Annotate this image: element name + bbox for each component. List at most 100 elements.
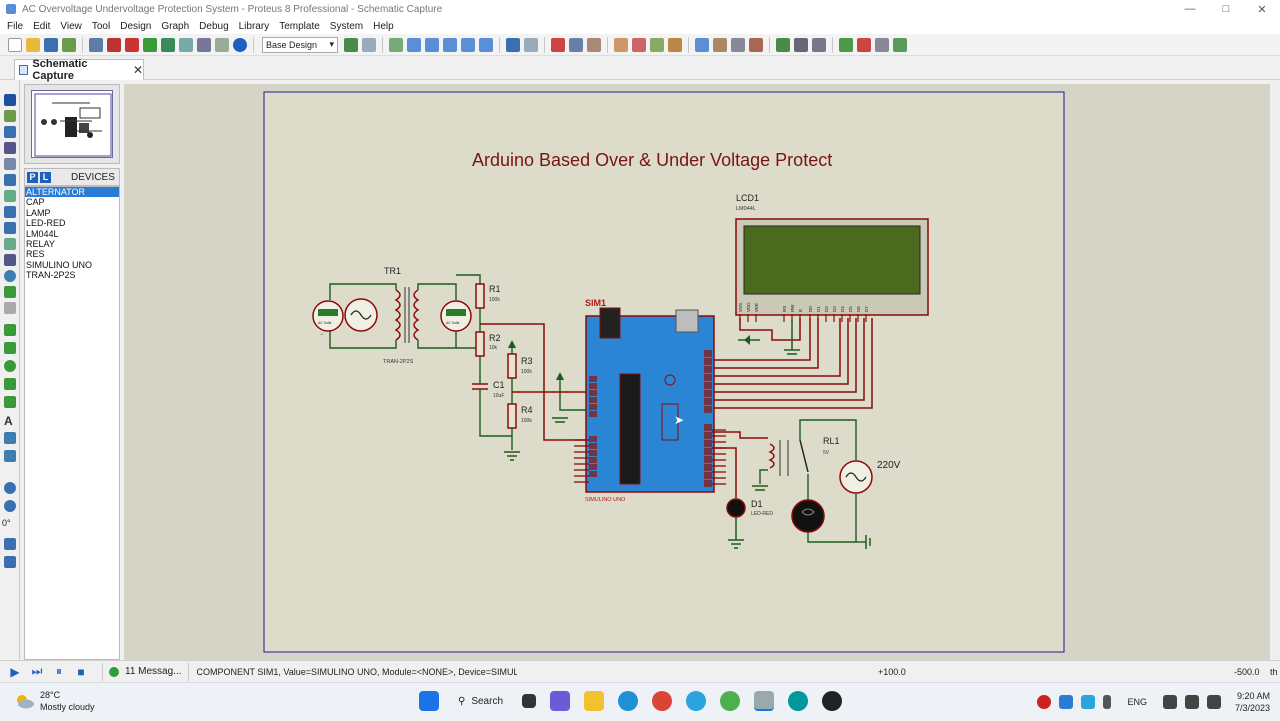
make-device-icon[interactable] xyxy=(713,37,727,52)
overview-thumbnail[interactable] xyxy=(31,90,113,158)
schematic-canvas[interactable]: Arduino Based Over & Under Voltage Prote… xyxy=(124,84,1274,660)
bill-of-materials-icon[interactable] xyxy=(893,37,907,52)
rotation-angle-field[interactable]: 0° xyxy=(2,518,11,528)
menu-edit[interactable]: Edit xyxy=(28,21,55,32)
tape-recorder-icon[interactable] xyxy=(4,254,16,266)
path-icon[interactable] xyxy=(4,396,16,408)
onedrive-icon[interactable] xyxy=(1059,695,1074,709)
chrome-profile-icon[interactable] xyxy=(720,691,741,711)
menu-template[interactable]: Template xyxy=(274,21,325,32)
task-view-icon[interactable] xyxy=(522,694,537,708)
symbol-icon[interactable] xyxy=(4,432,16,444)
vertical-scrollbar[interactable] xyxy=(1270,80,1280,660)
property-tool-icon[interactable] xyxy=(812,37,826,52)
graph-icon[interactable] xyxy=(4,238,16,250)
rotate-clockwise-icon[interactable] xyxy=(4,482,16,494)
play-icon[interactable]: ▶ xyxy=(8,665,22,679)
antivirus-tray-icon[interactable] xyxy=(1037,695,1052,709)
battery-icon[interactable] xyxy=(1206,695,1221,709)
device-item[interactable]: LM044L xyxy=(25,229,119,239)
obs-icon[interactable] xyxy=(822,691,843,711)
device-item[interactable]: SIMULINO UNO xyxy=(25,260,119,270)
library-manager-button[interactable]: L xyxy=(40,171,51,183)
wire-autorouter-icon[interactable] xyxy=(776,37,790,52)
search-tag-icon[interactable] xyxy=(794,37,808,52)
device-item[interactable]: RES xyxy=(25,249,119,259)
weather-widget[interactable]: 28°C Mostly cloudy xyxy=(14,689,95,713)
circle-icon[interactable] xyxy=(4,360,16,372)
pcb-icon[interactable] xyxy=(125,37,139,52)
generator-icon[interactable] xyxy=(4,270,16,282)
step-icon[interactable]: ⏭ xyxy=(30,664,44,679)
chat-icon[interactable] xyxy=(550,691,571,711)
zoom-out-icon[interactable] xyxy=(443,37,457,52)
selection-mode-icon[interactable] xyxy=(4,94,16,106)
terminals-icon[interactable] xyxy=(4,206,16,218)
arduino-icon[interactable] xyxy=(788,691,809,711)
menu-file[interactable]: File xyxy=(2,21,28,32)
notes-icon[interactable] xyxy=(215,37,229,52)
save-icon[interactable] xyxy=(44,37,58,52)
menu-tool[interactable]: Tool xyxy=(87,21,115,32)
3d-icon[interactable] xyxy=(161,37,175,52)
device-item[interactable]: LAMP xyxy=(25,208,119,218)
junction-dot-icon[interactable] xyxy=(4,126,16,138)
pin-icon[interactable] xyxy=(4,222,16,234)
volume-icon[interactable] xyxy=(1184,695,1199,709)
packaging-icon[interactable] xyxy=(731,37,745,52)
stop-icon[interactable]: ■ xyxy=(74,665,88,679)
minimize-button[interactable]: — xyxy=(1172,0,1208,18)
cut-icon[interactable] xyxy=(551,37,565,52)
redo-icon[interactable] xyxy=(524,37,538,52)
rotate-counterclockwise-icon[interactable] xyxy=(4,500,16,512)
close-window-button[interactable]: ✕ xyxy=(1244,0,1280,18)
clock[interactable]: 9:20 AM 7/3/2023 xyxy=(1235,690,1270,714)
pan-icon[interactable] xyxy=(407,37,421,52)
menu-library[interactable]: Library xyxy=(234,21,275,32)
new-file-icon[interactable] xyxy=(8,37,22,52)
schematic-icon[interactable] xyxy=(107,37,121,52)
menu-debug[interactable]: Debug xyxy=(194,21,233,32)
import-icon[interactable] xyxy=(62,37,76,52)
copy-icon[interactable] xyxy=(569,37,583,52)
block-delete-icon[interactable] xyxy=(668,37,682,52)
zoom-all-icon[interactable] xyxy=(461,37,475,52)
refresh-icon[interactable] xyxy=(344,37,358,52)
help-icon[interactable] xyxy=(233,37,247,52)
close-tab-icon[interactable]: ✕ xyxy=(133,63,143,77)
component-mode-icon[interactable] xyxy=(4,110,16,122)
microphone-icon[interactable] xyxy=(1103,695,1112,709)
device-item[interactable]: ALTERNATOR xyxy=(25,187,119,198)
line-icon[interactable] xyxy=(4,324,16,336)
exit-to-parent-icon[interactable] xyxy=(875,37,889,52)
schematic-drawing[interactable]: Arduino Based Over & Under Voltage Prote… xyxy=(124,84,1274,660)
zoom-in-icon[interactable] xyxy=(425,37,439,52)
zoom-area-icon[interactable] xyxy=(479,37,493,52)
virtual-instrument-icon[interactable] xyxy=(4,302,16,314)
buses-icon[interactable] xyxy=(4,174,16,186)
pick-devices-button[interactable]: P xyxy=(27,171,38,183)
menu-graph[interactable]: Graph xyxy=(156,21,194,32)
edge-icon[interactable] xyxy=(618,691,639,711)
start-icon[interactable] xyxy=(419,691,439,711)
home-icon[interactable] xyxy=(89,37,103,52)
gerber-icon[interactable] xyxy=(143,37,157,52)
block-move-icon[interactable] xyxy=(632,37,646,52)
tab-schematic-capture[interactable]: Schematic Capture ✕ xyxy=(14,58,144,82)
decompose-icon[interactable] xyxy=(749,37,763,52)
cloud-tray-icon[interactable] xyxy=(1081,695,1096,709)
taskbar-search[interactable]: ⚲ Search xyxy=(450,690,511,712)
telegram-icon[interactable] xyxy=(686,691,707,711)
new-sheet-icon[interactable] xyxy=(839,37,853,52)
device-item[interactable]: RELAY xyxy=(25,239,119,249)
wire-label-icon[interactable] xyxy=(4,142,16,154)
open-folder-icon[interactable] xyxy=(26,37,40,52)
language-indicator[interactable]: ENG xyxy=(1127,697,1147,707)
probe-icon[interactable] xyxy=(4,286,16,298)
text-script-icon[interactable] xyxy=(4,158,16,170)
origin-icon[interactable] xyxy=(389,37,403,52)
marker-icon[interactable] xyxy=(4,450,16,462)
grid-icon[interactable] xyxy=(362,37,376,52)
mirror-x-icon[interactable] xyxy=(4,538,16,550)
menu-system[interactable]: System xyxy=(325,21,368,32)
